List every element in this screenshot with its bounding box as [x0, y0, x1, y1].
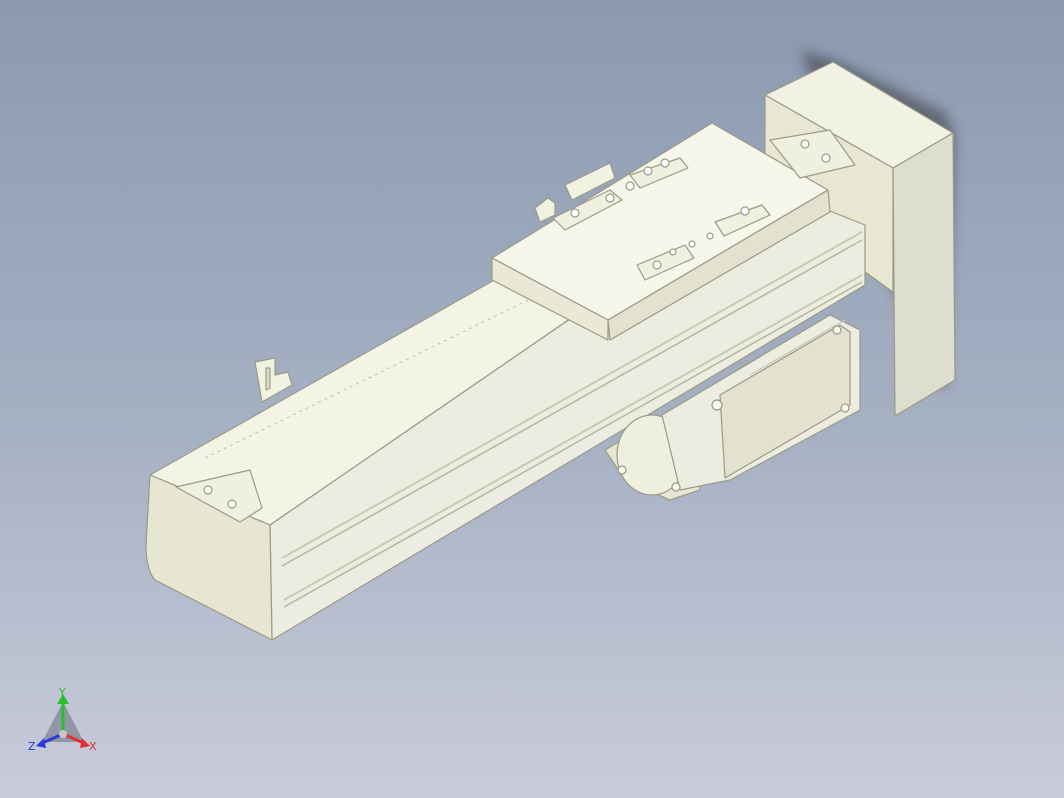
screw-icon — [652, 260, 662, 270]
x-axis-label: X — [89, 740, 97, 753]
actuator-assembly[interactable] — [145, 61, 956, 641]
screw-icon — [669, 248, 677, 256]
screw-icon — [570, 208, 580, 218]
screw-icon — [625, 181, 635, 191]
screw-icon — [740, 206, 750, 216]
sensor-bracket-left[interactable] — [254, 357, 293, 403]
screw-icon — [832, 325, 842, 335]
triad-origin — [59, 730, 67, 738]
screw-icon — [821, 153, 831, 163]
screw-icon — [706, 232, 714, 240]
screw-icon — [203, 485, 213, 495]
screw-icon — [711, 399, 723, 411]
screw-icon — [800, 139, 810, 149]
screw-icon — [643, 166, 653, 176]
y-axis-label: Y — [58, 686, 66, 699]
axis-triad: Y X Z — [28, 686, 97, 753]
3d-model-view[interactable] — [0, 0, 1064, 798]
screw-icon — [227, 499, 237, 509]
screw-icon — [671, 482, 681, 492]
screw-icon — [605, 193, 615, 203]
screw-icon — [688, 240, 696, 248]
screw-icon — [617, 465, 627, 475]
screw-icon — [660, 158, 670, 168]
z-axis-label: Z — [28, 740, 36, 753]
screw-icon — [840, 403, 850, 413]
cad-viewport[interactable]: Y X Z — [0, 0, 1064, 798]
